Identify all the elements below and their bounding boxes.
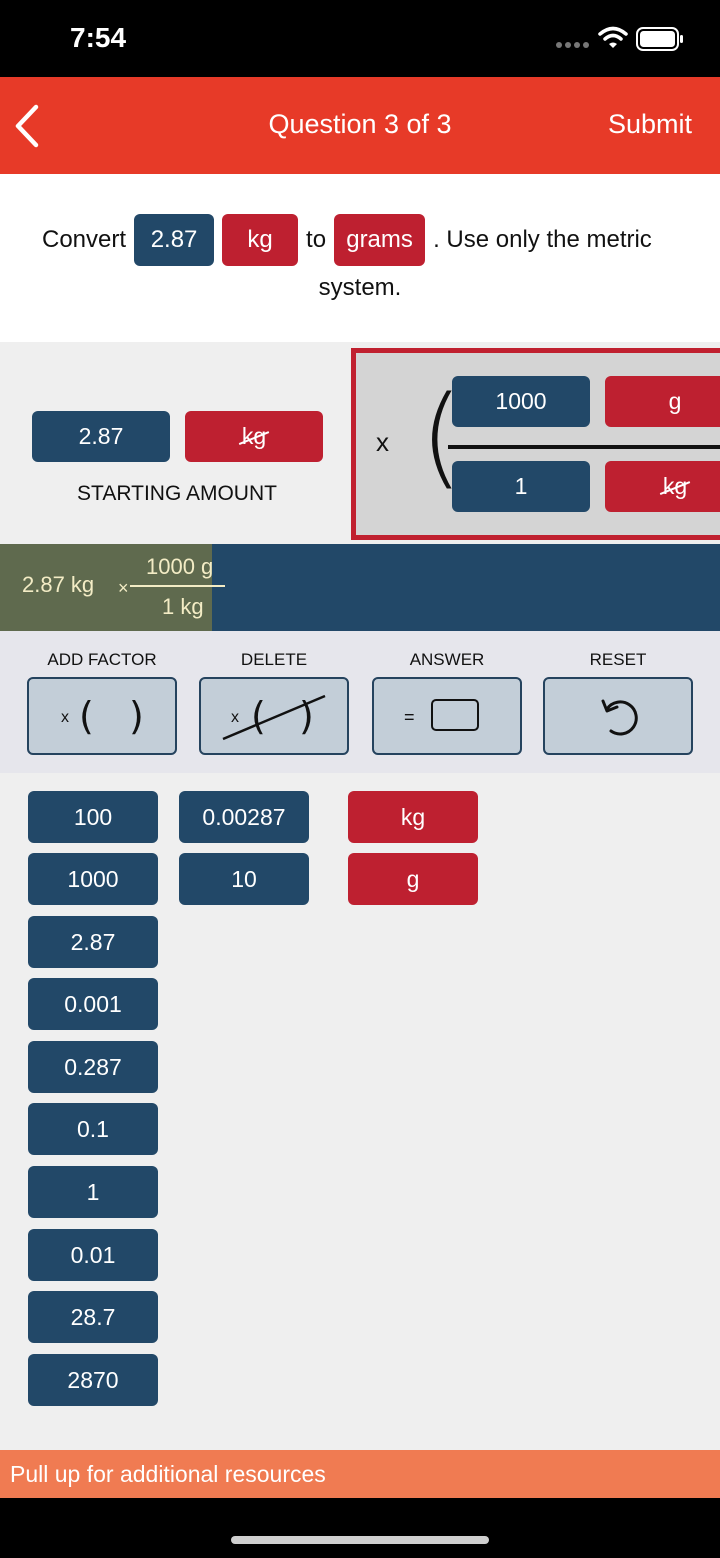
reset-icon [601,699,638,736]
palette-value-tile[interactable]: 28.7 [28,1291,158,1343]
question-amount-chip: 2.87 [134,214,215,266]
reset-label: RESET [589,650,647,669]
svg-text:): ) [129,694,144,738]
wifi-icon [598,26,628,48]
delete-factor-icon: x ( ) [222,694,326,741]
question-to-word: to [306,226,327,253]
equation-start-amount: 2.87 kg [22,572,95,597]
battery-icon [636,27,683,51]
factor-denominator-value[interactable]: 1 [452,461,590,512]
palette-value-tile[interactable]: 1 [28,1166,158,1218]
tools-bar: ADD FACTOR DELETE ANSWER RESET x ( ) x (… [0,631,720,773]
factor-fraction-line [448,445,720,449]
starting-unit-text: kg [241,423,267,449]
palette-value-tile[interactable]: 100 [28,791,158,843]
factor-denominator-unit[interactable]: kg [605,461,720,512]
delete-label: DELETE [240,650,308,669]
delete-factor-button[interactable]: x ( ) [199,677,349,755]
svg-text:=: = [404,707,415,727]
conversion-factor-box[interactable]: x ( 1000 g 1 kg [351,348,720,540]
svg-text:x: x [231,709,239,726]
add-factor-button[interactable]: x ( ) [27,677,177,755]
equation-strip: 2.87 kg × 1000 g 1 kg [0,544,720,631]
palette-value-tile[interactable]: 2870 [28,1354,158,1406]
home-bar [0,1498,720,1558]
answer-box-icon: = [404,699,479,731]
equation-denominator: 1 kg [162,594,204,619]
add-factor-label: ADD FACTOR [47,650,157,669]
palette-value-tile[interactable]: 10 [179,853,309,905]
palette-value-tile[interactable]: 0.01 [28,1229,158,1281]
palette-value-tile[interactable]: 0.287 [28,1041,158,1093]
palette-value-tile[interactable]: 0.00287 [179,791,309,843]
question-suffix: . Use only the metric [433,226,652,253]
status-time: 7:54 [70,22,127,53]
palette-unit-tile[interactable]: kg [348,791,478,843]
cellular-signal-icon [556,42,590,50]
svg-text:x: x [61,709,69,726]
palette-value-tile[interactable]: 0.1 [28,1103,158,1155]
question-panel: Convert 2.87 kg to grams . Use only the … [0,174,720,342]
svg-text:(: ( [79,694,94,738]
tile-palette: 100 1000 2.87 0.001 0.287 0.1 1 0.01 28.… [0,773,720,1450]
equation-times-sign: × [118,578,129,598]
reset-button[interactable] [543,677,693,755]
palette-value-tile[interactable]: 2.87 [28,916,158,968]
question-from-unit-chip: kg [222,214,299,266]
equation-numerator: 1000 g [146,554,214,579]
additional-resources-bar[interactable]: Pull up for additional resources [0,1450,720,1498]
question-to-unit-chip: grams [334,214,426,266]
question-line-1: Convert 2.87 kg to grams . Use only the … [42,214,652,266]
starting-amount-label: STARTING AMOUNT [77,482,277,505]
equation-fraction-line [130,585,225,587]
add-factor-icon: x ( ) [61,694,144,738]
palette-unit-tile[interactable]: g [348,853,478,905]
status-bar: 7:54 [0,0,720,77]
answer-label: ANSWER [409,650,485,669]
answer-button[interactable]: = [372,677,522,755]
factor-numerator-value[interactable]: 1000 [452,376,590,427]
factor-times-sign: x [376,427,389,457]
home-indicator[interactable] [231,1536,489,1544]
factor-denominator-unit-text: kg [662,473,688,499]
palette-value-tile[interactable]: 1000 [28,853,158,905]
question-prefix: Convert [42,226,127,253]
nav-bar: Question 3 of 3 Submit [0,77,720,174]
factor-numerator-unit[interactable]: g [605,376,720,427]
submit-button[interactable]: Submit [608,109,692,140]
question-line-2: system. [318,274,402,301]
starting-unit-tile[interactable]: kg [185,411,323,462]
setup-area: 2.87 kg STARTING AMOUNT x ( 1000 g 1 kg [0,342,720,544]
palette-value-tile[interactable]: 0.001 [28,978,158,1030]
starting-value-tile[interactable]: 2.87 [32,411,170,462]
svg-text:(: ( [251,694,266,738]
